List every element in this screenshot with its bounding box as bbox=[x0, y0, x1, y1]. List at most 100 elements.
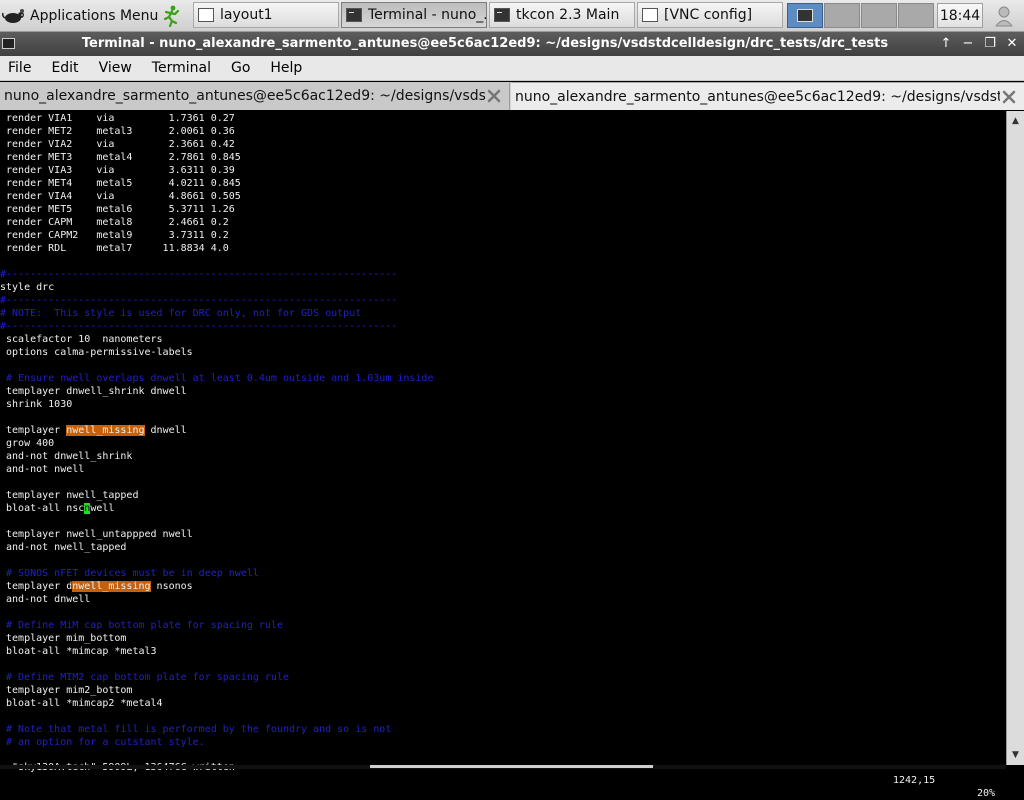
menu-file[interactable]: File bbox=[0, 60, 41, 76]
menu-go[interactable]: Go bbox=[221, 60, 260, 76]
running-man-icon bbox=[163, 5, 180, 27]
close-tab-icon[interactable] bbox=[1000, 88, 1018, 106]
window-icon bbox=[642, 8, 658, 22]
workspace-4[interactable] bbox=[898, 3, 934, 28]
terminal-line: templayer dnwell_shrink dnwell bbox=[0, 386, 187, 397]
user-icon bbox=[995, 6, 1013, 26]
terminal-line: render VIA4 via 4.8661 0.505 bbox=[0, 191, 241, 202]
menu-help[interactable]: Help bbox=[260, 60, 312, 76]
workspace-3[interactable] bbox=[861, 3, 897, 28]
task-label: [VNC config] bbox=[664, 7, 753, 23]
line-text: nsonos bbox=[150, 581, 193, 592]
scroll-down-arrow-icon[interactable]: ▼ bbox=[1010, 748, 1021, 762]
scrollbar-thumb[interactable] bbox=[370, 765, 653, 768]
menu-view[interactable]: View bbox=[89, 60, 142, 76]
search-highlight: nwell_missing bbox=[72, 581, 151, 592]
window-title: Terminal - nuno_alexandre_sarmento_antun… bbox=[81, 36, 889, 51]
workspace-1[interactable] bbox=[787, 3, 823, 28]
menu-edit[interactable]: Edit bbox=[41, 60, 88, 76]
always-on-top-button[interactable]: ↑ bbox=[938, 35, 954, 51]
terminal-line: templayer nwell_missing dnwell bbox=[0, 424, 187, 437]
tab-bar: nuno_alexandre_sarmento_antunes@ee5c6ac1… bbox=[0, 82, 1024, 110]
terminal-line: render VIA3 via 3.6311 0.39 bbox=[0, 165, 235, 176]
terminal-line: # NOTE: This style is used for DRC only,… bbox=[0, 308, 362, 319]
line-text: bloat-all nsc bbox=[0, 503, 85, 514]
terminal-line: bloat-all *mimcap2 *metal4 bbox=[0, 698, 163, 709]
terminal-icon bbox=[346, 8, 362, 22]
terminal-line: # Define MiM cap bottom plate for spacin… bbox=[0, 620, 283, 631]
terminal-line: options calma-permissive-labels bbox=[0, 347, 193, 358]
line-text: templayer bbox=[0, 425, 67, 436]
terminal-line: and-not dnwell bbox=[0, 594, 91, 605]
terminal-line: templayer dnwell_missing nsonos bbox=[0, 580, 193, 593]
terminal-line: and-not nwell bbox=[0, 464, 85, 475]
run-launcher-button[interactable] bbox=[158, 3, 184, 28]
user-button[interactable] bbox=[987, 3, 1021, 28]
terminal-line: # Define MIM2 cap bottom plate for spaci… bbox=[0, 672, 289, 683]
terminal-line: # SONOS nFET devices must be in deep nwe… bbox=[0, 568, 259, 579]
horizontal-scrollbar[interactable] bbox=[0, 765, 1006, 769]
task-vnc-config[interactable]: [VNC config] bbox=[637, 2, 783, 28]
terminal-line: shrink 1030 bbox=[0, 399, 73, 410]
tab-label: nuno_alexandre_sarmento_antunes@ee5c6ac1… bbox=[515, 88, 1000, 105]
terminal-line: and-not dnwell_shrink bbox=[0, 451, 133, 462]
scroll-up-arrow-icon[interactable]: ▲ bbox=[1010, 114, 1021, 128]
search-highlight: nwell_missing bbox=[66, 425, 145, 436]
terminal-line: render MET4 metal5 4.0211 0.845 bbox=[0, 178, 241, 189]
terminal-line: bloat-all nscnwell bbox=[0, 502, 114, 515]
applications-menu-button[interactable]: Applications Menu bbox=[2, 3, 158, 28]
applications-menu-label: Applications Menu bbox=[30, 7, 159, 24]
terminal-line: style drc bbox=[0, 282, 55, 293]
menu-bar: File Edit View Terminal Go Help bbox=[0, 56, 1024, 81]
vim-status-line: "sky130A.tech" 5909L, 136476C written 12… bbox=[0, 748, 1006, 799]
terminal-line: render VIA1 via 1.7361 0.27 bbox=[0, 113, 235, 124]
terminal-line: # Note that metal fill is performed by t… bbox=[0, 724, 392, 735]
menu-terminal[interactable]: Terminal bbox=[142, 60, 221, 76]
line-text: templayer d bbox=[0, 581, 73, 592]
terminal-line: #---------------------------------------… bbox=[0, 321, 398, 332]
terminal-line: render CAPM metal8 2.4661 0.2 bbox=[0, 217, 229, 228]
workspace-2[interactable] bbox=[824, 3, 860, 28]
line-text: well bbox=[90, 503, 115, 514]
task-terminal[interactable]: Terminal - nuno_... bbox=[341, 2, 487, 28]
terminal-line: render RDL metal7 11.8834 4.0 bbox=[0, 243, 229, 254]
top-panel: Applications Menu layout1 Terminal - nun… bbox=[0, 0, 1024, 32]
terminal-line: templayer mim2_bottom bbox=[0, 685, 133, 696]
task-layout1[interactable]: layout1 bbox=[193, 2, 339, 28]
task-label: layout1 bbox=[220, 7, 273, 23]
minimize-button[interactable]: − bbox=[960, 35, 976, 51]
close-tab-icon[interactable] bbox=[485, 87, 503, 105]
terminal-line: templayer nwell_untappped nwell bbox=[0, 529, 193, 540]
status-cursor-position: 1242,15 bbox=[893, 775, 936, 786]
tab-label: nuno_alexandre_sarmento_antunes@ee5c6ac1… bbox=[4, 88, 485, 104]
task-label: tkcon 2.3 Main bbox=[516, 7, 620, 23]
terminal-line: templayer nwell_tapped bbox=[0, 490, 139, 501]
terminal-line: # Ensure nwell overlaps dnwell at least … bbox=[0, 373, 434, 384]
terminal-line: scalefactor 10 nanometers bbox=[0, 334, 163, 345]
terminal-line: render MET5 metal6 5.3711 1.26 bbox=[0, 204, 235, 215]
mouse-logo-icon bbox=[2, 8, 24, 23]
close-window-button[interactable]: ✕ bbox=[1004, 35, 1020, 51]
terminal-line: render CAPM2 metal9 3.7311 0.2 bbox=[0, 230, 229, 241]
task-tkcon[interactable]: tkcon 2.3 Main bbox=[489, 2, 635, 28]
terminal-line: #---------------------------------------… bbox=[0, 269, 398, 280]
tab-terminal-1[interactable]: nuno_alexandre_sarmento_antunes@ee5c6ac1… bbox=[0, 82, 510, 110]
terminal-line: render MET3 metal4 2.7861 0.845 bbox=[0, 152, 241, 163]
tab-terminal-2[interactable]: nuno_alexandre_sarmento_antunes@ee5c6ac1… bbox=[511, 82, 1024, 110]
clock[interactable]: 18:44 bbox=[937, 3, 983, 28]
vertical-scrollbar[interactable]: ▲ ▼ bbox=[1006, 111, 1024, 765]
terminal-line: and-not nwell_tapped bbox=[0, 542, 127, 553]
terminal-line: #---------------------------------------… bbox=[0, 295, 398, 306]
workspace-window-icon bbox=[797, 9, 813, 22]
maximize-button[interactable]: ❐ bbox=[982, 35, 998, 51]
terminal-icon bbox=[494, 8, 510, 22]
line-text: dnwell bbox=[144, 425, 187, 436]
terminal-output[interactable]: render VIA1 via 1.7361 0.27 render MET2 … bbox=[0, 111, 1006, 765]
terminal-line: templayer mim_bottom bbox=[0, 633, 127, 644]
task-label: Terminal - nuno_... bbox=[368, 7, 487, 23]
terminal-line: render MET2 metal3 2.0061 0.36 bbox=[0, 126, 235, 137]
terminal-line: grow 400 bbox=[0, 438, 55, 449]
terminal-line: bloat-all *mimcap *metal3 bbox=[0, 646, 157, 657]
window-titlebar[interactable]: Terminal - nuno_alexandre_sarmento_antun… bbox=[0, 32, 1024, 56]
terminal-line: render VIA2 via 2.3661 0.42 bbox=[0, 139, 235, 150]
